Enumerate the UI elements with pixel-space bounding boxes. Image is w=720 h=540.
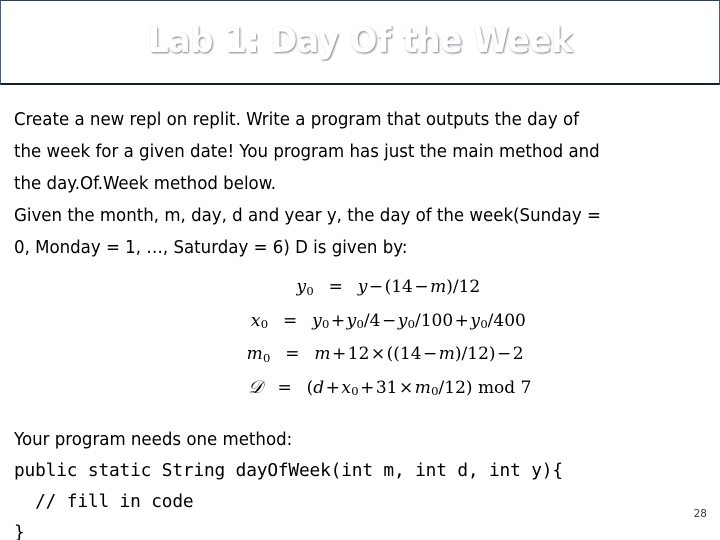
formula-lhs: x0 — [250, 310, 269, 332]
code-line-signature: public static String dayOfWeek(int m, in… — [14, 460, 563, 481]
method-requirement-text: Your program needs one method: — [14, 430, 293, 450]
formula-equals: = — [277, 377, 292, 398]
formula-rhs: y0+y0/4−y0/100+y0/400 — [312, 310, 526, 332]
body-line: Create a new repl on replit. Write a pro… — [14, 110, 579, 130]
formula-row: 𝒟 = (d+x0+31×m0/12) mod 7 — [189, 373, 532, 407]
slide-title-banner: Lab 1: Day Of the Week — [0, 0, 720, 85]
code-line-closing-brace: } — [14, 522, 25, 540]
slide-canvas: Lab 1: Day Of the Week Create a new repl… — [0, 0, 720, 540]
formula-lhs: m0 — [246, 344, 271, 365]
body-text-block: Create a new repl on replit. Write a pro… — [14, 104, 712, 264]
page-number: 28 — [693, 508, 707, 520]
code-section: Your program needs one method: public st… — [14, 425, 714, 540]
formula-block: y0 = y−(14−m)/12 x0 = y0+y0/4−y0/100+y0/… — [0, 272, 720, 406]
formula-lhs: y0 — [296, 277, 314, 298]
formula-row: y0 = y−(14−m)/12 — [240, 272, 481, 306]
body-line: the day.Of.Week method below. — [14, 174, 277, 194]
formula-equals: = — [328, 277, 343, 297]
formula-equals: = — [285, 344, 300, 365]
body-line: 0, Monday = 1, …, Saturday = 6) D is giv… — [14, 238, 408, 258]
code-line-comment: // fill in code — [14, 491, 194, 512]
body-line: the week for a given date! You program h… — [14, 142, 600, 162]
formula-row: x0 = y0+y0/4−y0/100+y0/400 — [194, 306, 526, 340]
body-line: Given the month, m, day, d and year y, t… — [14, 206, 601, 226]
formula-rhs: (d+x0+31×m0/12) mod 7 — [306, 377, 532, 399]
formula-lhs: 𝒟 — [248, 376, 263, 398]
formula-rhs: y−(14−m)/12 — [357, 277, 481, 297]
formula-equals: = — [283, 310, 298, 331]
formula-row: m0 = m+12×((14−m)/12)−2 — [196, 339, 524, 373]
formula-rhs: m+12×((14−m)/12)−2 — [314, 344, 524, 365]
page-title: Lab 1: Day Of the Week — [147, 20, 573, 61]
